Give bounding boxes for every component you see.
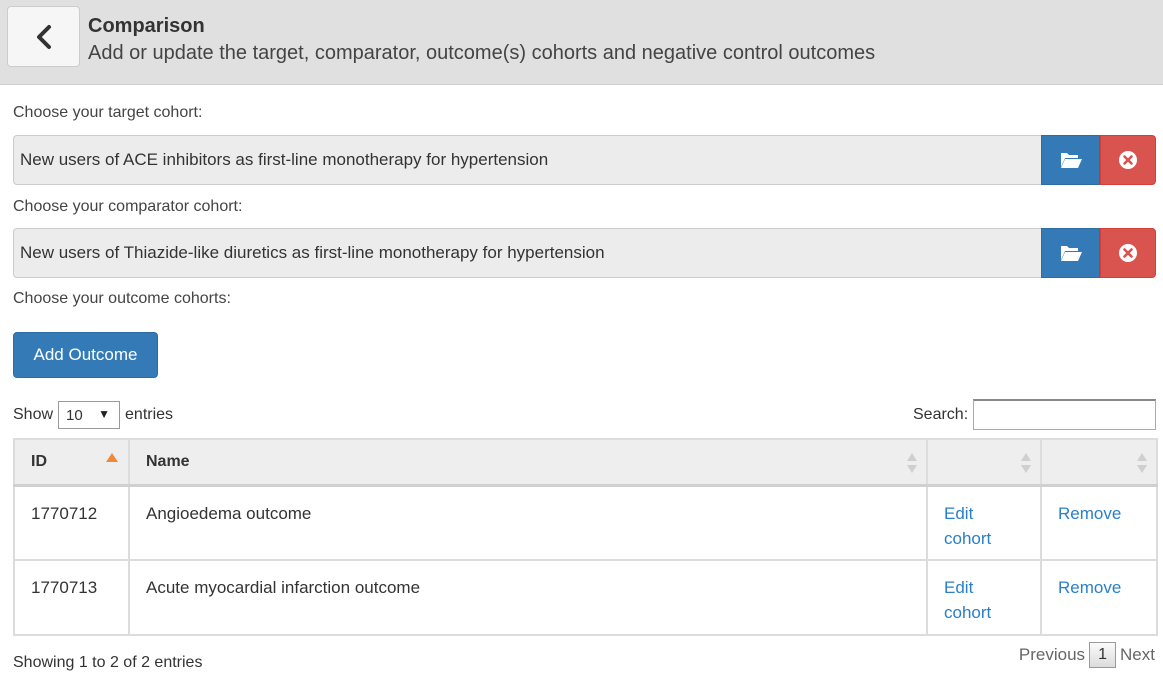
pagination: Previous 1 Next xyxy=(1019,642,1155,668)
comparator-clear-button[interactable] xyxy=(1100,228,1156,278)
folder-open-icon xyxy=(1059,153,1082,168)
comparator-open-button[interactable] xyxy=(1041,228,1100,278)
page-length-control: Show 10 ▼ entries xyxy=(13,400,173,430)
page-1-button[interactable]: 1 xyxy=(1089,642,1117,668)
times-circle-icon xyxy=(1119,151,1137,169)
target-clear-button[interactable] xyxy=(1100,135,1156,185)
times-circle-icon xyxy=(1119,244,1137,262)
back-button[interactable] xyxy=(7,6,80,67)
cell-id: 1770713 xyxy=(13,559,130,636)
previous-page-button[interactable]: Previous xyxy=(1019,645,1085,665)
outcomes-table: ID Name 1770712 Angioedema outcome Edit … xyxy=(13,438,1158,636)
target-cohort-field: New users of ACE inhibitors as first-lin… xyxy=(13,135,1041,185)
page-size-select[interactable]: 10 ▼ xyxy=(58,401,121,429)
outcome-cohorts-label: Choose your outcome cohorts: xyxy=(13,290,231,307)
comparator-cohort-value: New users of Thiazide-like diuretics as … xyxy=(20,243,605,262)
table-row: 1770712 Angioedema outcome Edit cohort R… xyxy=(13,484,1158,561)
remove-link[interactable]: Remove xyxy=(1058,578,1121,597)
page-header: Comparison Add or update the target, com… xyxy=(0,0,1163,85)
remove-link[interactable]: Remove xyxy=(1058,504,1121,523)
add-outcome-button[interactable]: Add Outcome xyxy=(13,332,158,378)
target-cohort-label: Choose your target cohort: xyxy=(13,104,203,121)
target-open-button[interactable] xyxy=(1041,135,1100,185)
column-header-edit[interactable] xyxy=(926,438,1042,487)
folder-open-icon xyxy=(1059,246,1082,261)
column-header-id[interactable]: ID xyxy=(13,438,130,487)
show-label: Show xyxy=(13,406,54,423)
next-page-button[interactable]: Next xyxy=(1120,645,1155,665)
sort-icon xyxy=(1137,453,1147,473)
table-info: Showing 1 to 2 of 2 entries xyxy=(13,654,203,671)
entries-label: entries xyxy=(125,406,174,423)
search-input[interactable] xyxy=(973,399,1156,430)
comparator-cohort-field: New users of Thiazide-like diuretics as … xyxy=(13,228,1041,278)
table-header-row: ID Name xyxy=(13,438,1158,487)
column-header-remove[interactable] xyxy=(1040,438,1158,487)
edit-cohort-link[interactable]: Edit cohort xyxy=(944,578,991,622)
cell-name: Acute myocardial infarction outcome xyxy=(128,559,928,636)
page-title: Comparison xyxy=(88,15,205,37)
target-cohort-value: New users of ACE inhibitors as first-lin… xyxy=(20,150,549,169)
cell-id: 1770712 xyxy=(13,484,130,561)
table-row: 1770713 Acute myocardial infarction outc… xyxy=(13,559,1158,636)
page-subtitle: Add or update the target, comparator, ou… xyxy=(88,42,876,64)
search-label: Search: xyxy=(913,406,969,423)
cell-name: Angioedema outcome xyxy=(128,484,928,561)
sort-icon xyxy=(1021,453,1031,473)
sort-ascending-icon xyxy=(106,453,118,462)
sort-icon xyxy=(907,453,917,473)
chevron-left-icon xyxy=(36,24,51,49)
caret-down-icon: ▼ xyxy=(98,407,111,421)
comparator-cohort-label: Choose your comparator cohort: xyxy=(13,198,243,215)
edit-cohort-link[interactable]: Edit cohort xyxy=(944,504,991,548)
column-header-name[interactable]: Name xyxy=(128,438,928,487)
page-size-value: 10 xyxy=(66,406,83,424)
